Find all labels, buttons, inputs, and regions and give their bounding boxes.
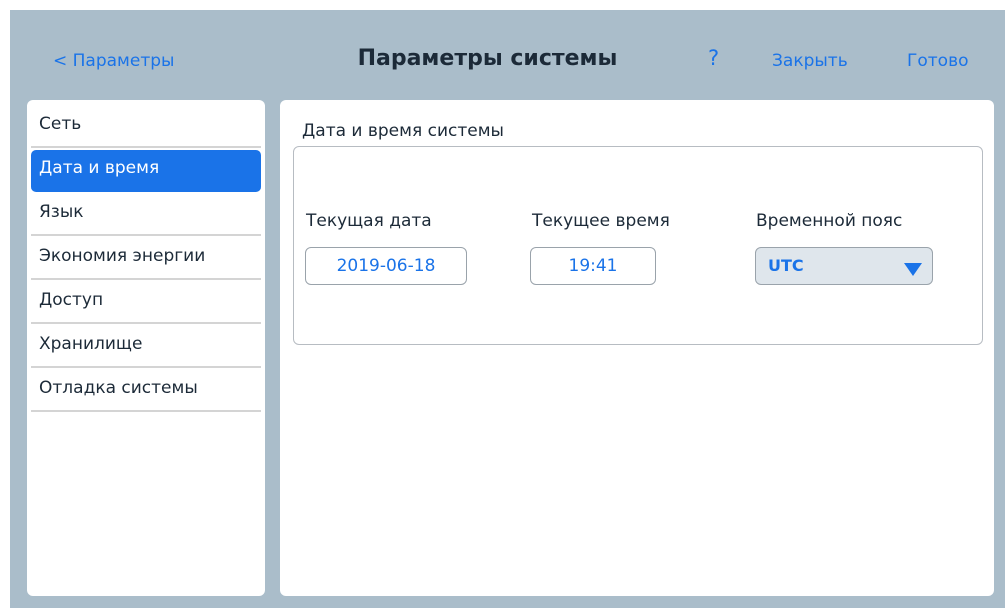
sidebar-item-label: Доступ [39,290,104,310]
page-title: Параметры системы [357,46,618,71]
sidebar-item-label: Отладка системы [39,378,198,398]
close-button[interactable]: Закрыть [772,51,848,71]
section-title: Дата и время системы [302,121,504,141]
sidebar: Сеть Дата и время Язык Экономия энергии … [27,100,265,596]
sidebar-item-label: Язык [39,202,84,222]
timezone-select[interactable]: UTC [755,247,933,285]
sidebar-item-date-time[interactable]: Дата и время [31,150,261,192]
chevron-down-icon [904,263,922,276]
sidebar-item-label: Экономия энергии [39,246,206,266]
done-button[interactable]: Готово [907,51,969,71]
current-date-label: Текущая дата [306,211,432,231]
current-time-field[interactable]: 19:41 [530,247,656,285]
settings-window: < Параметры Параметры системы ? Закрыть … [10,10,1005,608]
sidebar-item-energy-saving[interactable]: Экономия энергии [31,238,261,280]
sidebar-item-system-debug[interactable]: Отладка системы [31,370,261,412]
sidebar-item-access[interactable]: Доступ [31,282,261,324]
help-button[interactable]: ? [708,46,719,70]
sidebar-item-network[interactable]: Сеть [31,106,261,148]
sidebar-item-label: Сеть [39,114,82,134]
sidebar-item-language[interactable]: Язык [31,194,261,236]
sidebar-item-storage[interactable]: Хранилище [31,326,261,368]
current-date-field[interactable]: 2019-06-18 [305,247,467,285]
current-time-label: Текущее время [532,211,670,231]
back-link[interactable]: < Параметры [53,51,174,71]
sidebar-item-label: Дата и время [39,158,160,178]
date-time-group: Текущая дата 2019-06-18 Текущее время 19… [293,146,983,345]
content-panel: Дата и время системы Текущая дата 2019-0… [280,100,994,596]
timezone-value: UTC [768,256,804,275]
sidebar-item-label: Хранилище [39,334,143,354]
top-bar: < Параметры Параметры системы ? Закрыть … [10,10,1005,100]
timezone-label: Временной пояс [756,211,903,231]
